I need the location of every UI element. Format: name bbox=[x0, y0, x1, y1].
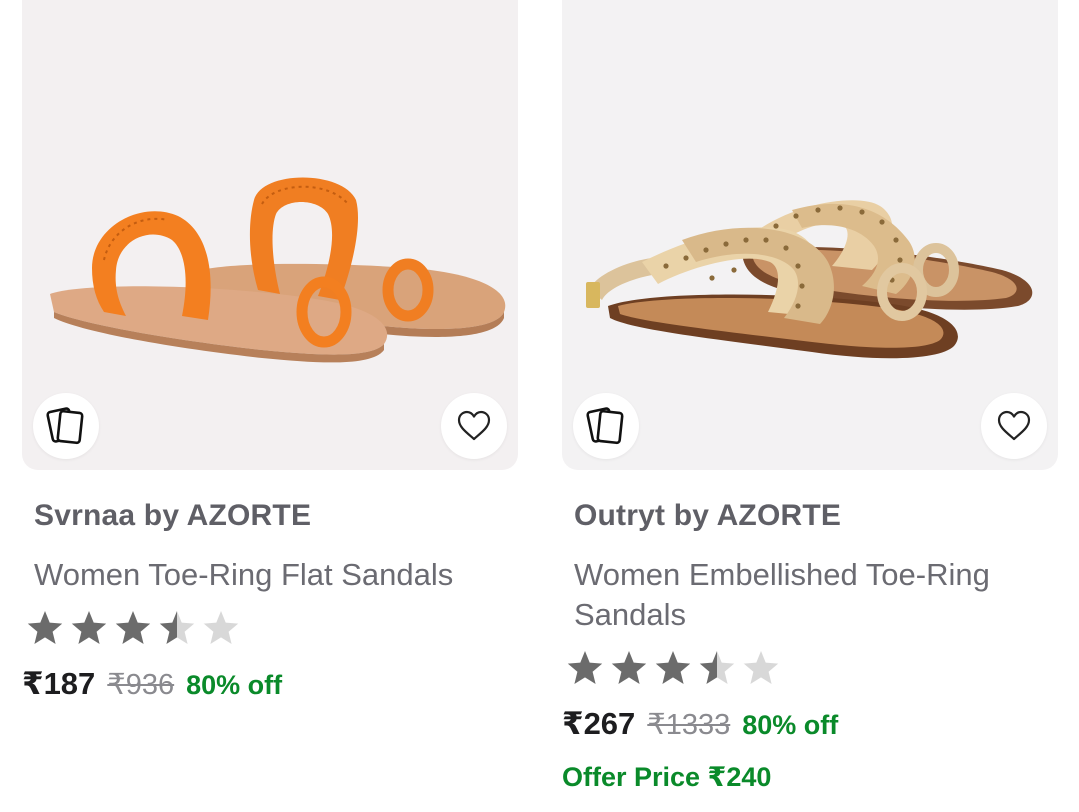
original-price: ₹1333 bbox=[647, 709, 731, 741]
wishlist-button[interactable] bbox=[981, 393, 1047, 459]
product-title: Women Toe-Ring Flat Sandals bbox=[34, 557, 454, 592]
selling-price: ₹187 bbox=[22, 666, 96, 701]
product-brand: Svrnaa by AZORTE bbox=[34, 499, 312, 532]
product-card[interactable]: Svrnaa by AZORTE Women Toe-Ring Flat San… bbox=[22, 0, 518, 701]
rating-stars bbox=[25, 608, 241, 648]
similar-cards-icon bbox=[586, 407, 624, 445]
star-icon bbox=[115, 611, 151, 644]
star-icon bbox=[27, 611, 63, 644]
product-image-box[interactable] bbox=[562, 0, 1058, 470]
heart-icon bbox=[997, 410, 1031, 441]
star-icon bbox=[743, 651, 779, 684]
price-row: ₹187 ₹936 80% off bbox=[22, 666, 282, 702]
star-icon bbox=[71, 611, 107, 644]
original-price: ₹936 bbox=[107, 669, 175, 701]
similar-products-button[interactable] bbox=[573, 393, 639, 459]
product-title: Women Embellished Toe-Ring Sandals bbox=[574, 557, 990, 632]
heart-icon bbox=[457, 410, 491, 441]
similar-cards-icon bbox=[46, 407, 84, 445]
product-brand: Outryt by AZORTE bbox=[574, 499, 842, 532]
wishlist-button[interactable] bbox=[441, 393, 507, 459]
selling-price: ₹267 bbox=[562, 706, 636, 741]
product-card[interactable]: Outryt by AZORTE Women Embellished Toe-R… bbox=[562, 0, 1058, 792]
similar-products-button[interactable] bbox=[33, 393, 99, 459]
price-row: ₹267 ₹1333 80% off bbox=[562, 706, 838, 742]
star-icon bbox=[567, 651, 603, 684]
product-image bbox=[586, 200, 1033, 359]
offer-price: Offer Price ₹240 bbox=[562, 762, 772, 792]
rating-stars bbox=[565, 648, 781, 688]
star-icon bbox=[611, 651, 647, 684]
star-icon bbox=[203, 611, 239, 644]
star-icon bbox=[655, 651, 691, 684]
star-icon bbox=[159, 611, 195, 644]
star-icon bbox=[699, 651, 735, 684]
discount-badge: 80% off bbox=[742, 710, 839, 740]
product-image-box[interactable] bbox=[22, 0, 518, 470]
discount-badge: 80% off bbox=[186, 670, 283, 700]
product-image bbox=[50, 177, 506, 363]
